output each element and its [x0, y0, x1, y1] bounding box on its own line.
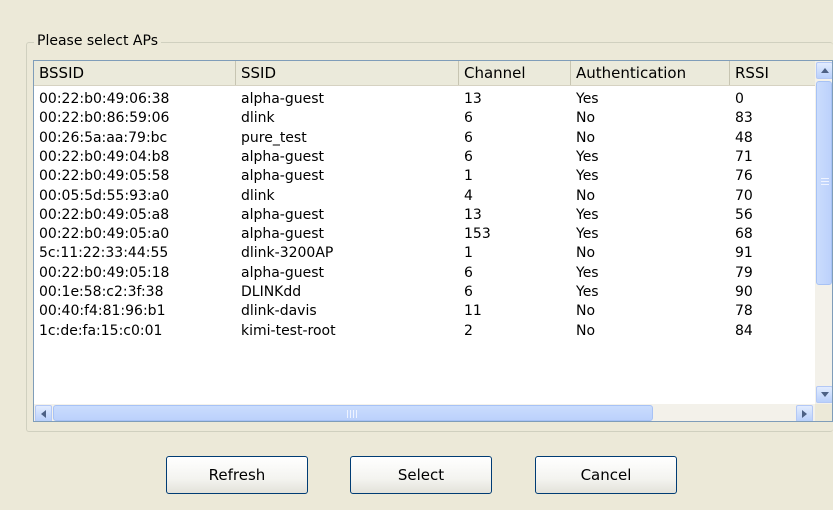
ap-list[interactable]: BSSID SSID Channel Authentication RSSI 0… [33, 60, 833, 422]
refresh-button[interactable]: Refresh [166, 456, 308, 494]
table-row[interactable]: 1c:de:fa:15:c0:01 kimi-test-root 2 No 84 [34, 320, 832, 342]
vertical-scroll-thumb[interactable] [816, 81, 832, 285]
arrow-down-icon [820, 392, 829, 397]
scroll-left-button[interactable] [35, 405, 52, 421]
arrow-left-icon [41, 409, 46, 418]
arrow-up-icon [820, 68, 829, 73]
select-button[interactable]: Select [350, 456, 492, 494]
column-header-bssid[interactable]: BSSID [34, 61, 236, 85]
arrow-right-icon [802, 409, 807, 418]
cell-authentication: No [576, 322, 596, 339]
column-header-channel[interactable]: Channel [459, 61, 571, 85]
grip-line [353, 410, 354, 418]
vertical-scrollbar[interactable] [815, 61, 832, 404]
scroll-up-button[interactable] [816, 62, 832, 79]
grip-line [821, 178, 829, 179]
scroll-right-button[interactable] [796, 405, 813, 421]
horizontal-scroll-thumb[interactable] [53, 405, 653, 421]
cancel-button[interactable]: Cancel [535, 456, 677, 494]
list-header: BSSID SSID Channel Authentication RSSI [34, 61, 832, 86]
column-header-ssid[interactable]: SSID [236, 61, 459, 85]
cell-bssid: 1c:de:fa:15:c0:01 [39, 322, 163, 339]
grip-line [347, 410, 348, 418]
group-title: Please select APs [34, 33, 161, 50]
scrollbar-corner [815, 404, 832, 421]
grip-line [821, 181, 829, 182]
grip-line [356, 410, 357, 418]
grip-line [821, 184, 829, 185]
scroll-down-button[interactable] [816, 386, 832, 403]
grip-line [350, 410, 351, 418]
cell-channel: 2 [464, 322, 473, 339]
horizontal-scrollbar[interactable] [34, 404, 815, 421]
column-header-authentication[interactable]: Authentication [571, 61, 730, 85]
cell-ssid: kimi-test-root [241, 322, 336, 339]
